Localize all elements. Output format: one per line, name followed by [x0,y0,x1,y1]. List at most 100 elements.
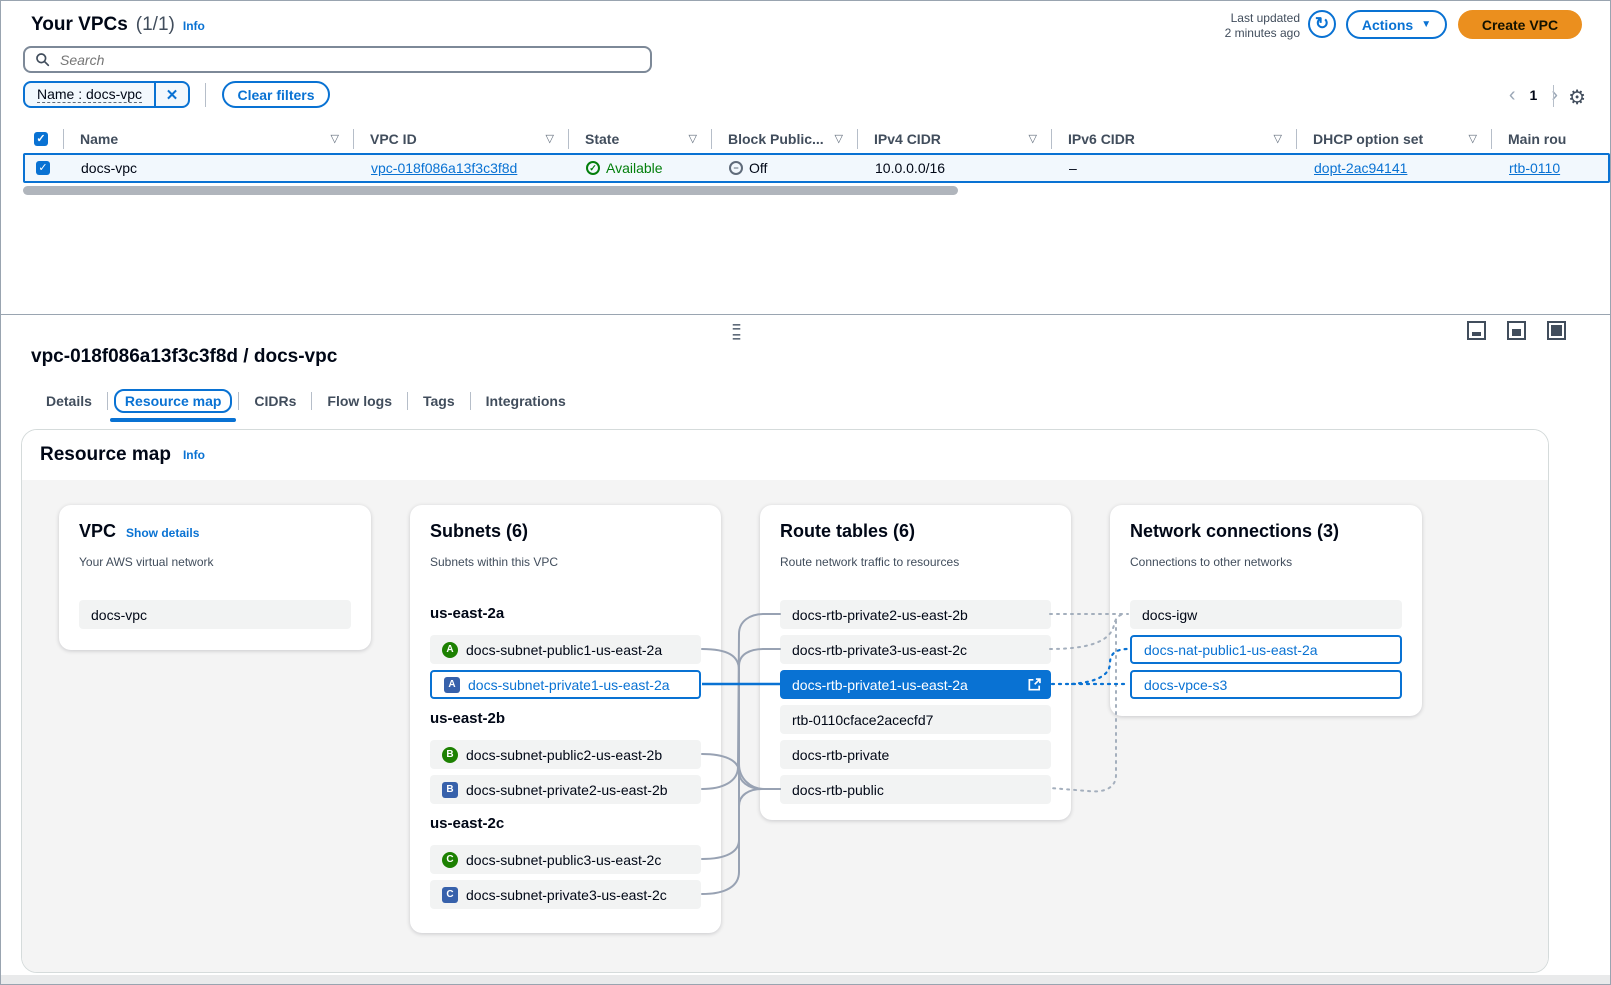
available-check-icon: ✓ [586,161,600,175]
route-tables-card-subtitle: Route network traffic to resources [780,555,959,569]
preferences-gear-icon[interactable]: ⚙ [1568,85,1586,110]
panel-small-icon[interactable] [1467,321,1486,340]
column-header-main-route-table[interactable]: Main rou [1491,129,1610,149]
select-all-checkbox[interactable]: ✓ [34,132,48,146]
search-input[interactable] [58,51,640,69]
column-header-ipv4-cidr[interactable]: IPv4 CIDR▽ [857,129,1051,149]
current-page[interactable]: 1 [1530,87,1538,103]
az-heading: us-east-2c [430,815,504,832]
network-connections-card-subtitle: Connections to other networks [1130,555,1292,569]
tab-integrations[interactable]: Integrations [471,387,581,415]
show-details-link[interactable]: Show details [126,526,199,540]
search-box[interactable] [23,46,652,73]
subnet-item[interactable]: A docs-subnet-public1-us-east-2a [430,635,701,664]
tab-details[interactable]: Details [31,387,107,415]
filter-icon[interactable]: ▽ [331,132,339,145]
split-panel-drag-handle[interactable]: = = [728,323,745,343]
column-header-name[interactable]: Name▽ [63,129,353,149]
network-connections-card: Network connections (3) Connections to o… [1110,505,1422,716]
route-table-item[interactable]: docs-rtb-public [780,775,1051,804]
refresh-icon: ↻ [1315,14,1329,34]
filter-icon[interactable]: ▽ [1274,132,1282,145]
main-route-table-link[interactable]: rtb-0110 [1509,160,1560,176]
page-title-text: Your VPCs [31,14,128,36]
last-updated: Last updated 2 minutes ago [1225,11,1300,41]
public-subnet-badge: A [442,642,458,658]
prev-page-icon[interactable]: ‹ [1509,88,1516,102]
vpc-id-link[interactable]: vpc-018f086a13f3c3f8d [371,160,517,176]
column-header-vpc-id[interactable]: VPC ID▽ [353,129,568,149]
route-table-item[interactable]: rtb-0110cface2acecfd7 [780,705,1051,734]
horizontal-scrollbar[interactable] [23,186,958,195]
cell-name: docs-vpc [65,160,355,176]
page-bottom-strip [1,975,1610,984]
resource-map-title: Resource map [40,444,171,466]
panel-half-icon[interactable] [1507,321,1526,340]
route-table-item[interactable]: docs-rtb-private [780,740,1051,769]
filter-token-label: Name : docs-vpc [25,83,154,106]
external-link-icon[interactable] [1027,677,1042,692]
tab-resource-map[interactable]: Resource map [108,387,238,415]
split-panel-divider [1,314,1610,315]
table-header-row: ✓ Name▽ VPC ID▽ State▽ Block Public...▽ … [23,125,1610,152]
filter-token-dismiss-icon[interactable]: ✕ [154,83,188,106]
divider [205,83,206,107]
vpc-item[interactable]: docs-vpc [79,600,351,629]
vpc-card-title: VPC [79,521,116,542]
public-subnet-badge: B [442,747,458,763]
refresh-button[interactable]: ↻ [1308,10,1336,38]
public-subnet-badge: C [442,852,458,868]
vpc-table: ✓ Name▽ VPC ID▽ State▽ Block Public...▽ … [23,125,1610,183]
subnet-item[interactable]: C docs-subnet-private3-us-east-2c [430,880,701,909]
filter-icon[interactable]: ▽ [1029,132,1037,145]
row-checkbox[interactable]: ✓ [36,161,50,175]
cell-block-public: − Off [713,160,859,176]
resource-map-container: Resource map Info VPC Show details Your … [21,429,1549,973]
connection-item-highlighted[interactable]: docs-vpce-s3 [1130,670,1402,699]
dhcp-option-set-link[interactable]: dopt-2ac94141 [1314,160,1407,176]
info-link[interactable]: Info [183,19,205,33]
subnet-item[interactable]: B docs-subnet-private2-us-east-2b [430,775,701,804]
tab-tags[interactable]: Tags [408,387,470,415]
off-minus-icon: − [729,161,743,175]
page-title: Your VPCs (1/1) Info [31,14,205,36]
column-header-block-public[interactable]: Block Public...▽ [711,129,857,149]
private-subnet-badge: A [444,677,460,693]
resource-map-info-link[interactable]: Info [183,448,205,462]
clear-filters-button[interactable]: Clear filters [222,81,330,108]
search-icon [35,52,50,67]
tab-cidrs[interactable]: CIDRs [239,387,311,415]
subnets-card: Subnets (6) Subnets within this VPC us-e… [410,505,721,933]
filter-icon[interactable]: ▽ [1469,132,1477,145]
vpc-card: VPC Show details Your AWS virtual networ… [59,505,371,650]
panel-size-buttons [1467,321,1566,340]
filter-icon[interactable]: ▽ [835,132,843,145]
filter-icon[interactable]: ▽ [689,132,697,145]
route-table-item[interactable]: docs-rtb-private3-us-east-2c [780,635,1051,664]
connection-item-highlighted[interactable]: docs-nat-public1-us-east-2a [1130,635,1402,664]
tab-flow-logs[interactable]: Flow logs [312,387,407,415]
panel-full-icon[interactable] [1547,321,1566,340]
network-connections-card-title: Network connections (3) [1130,521,1339,542]
subnet-item-selected[interactable]: A docs-subnet-private1-us-east-2a [430,670,701,699]
detail-tabs: Details Resource map CIDRs Flow logs Tag… [31,384,581,418]
column-header-state[interactable]: State▽ [568,129,711,149]
column-header-dhcp-option-set[interactable]: DHCP option set▽ [1296,129,1491,149]
subnet-item[interactable]: C docs-subnet-public3-us-east-2c [430,845,701,874]
vpc-console-screen: Your VPCs (1/1) Info Last updated 2 minu… [0,0,1611,985]
table-row[interactable]: ✓ docs-vpc vpc-018f086a13f3c3f8d ✓ Avail… [23,153,1610,183]
filter-icon[interactable]: ▽ [546,132,554,145]
cell-ipv4-cidr: 10.0.0.0/16 [859,160,1053,176]
filter-token: Name : docs-vpc ✕ [23,81,190,108]
column-header-ipv6-cidr[interactable]: IPv6 CIDR▽ [1051,129,1296,149]
divider [1553,85,1554,107]
create-vpc-button[interactable]: Create VPC [1458,10,1582,39]
actions-button[interactable]: Actions ▼ [1346,10,1447,39]
route-tables-card: Route tables (6) Route network traffic t… [760,505,1071,820]
connection-item[interactable]: docs-igw [1130,600,1402,629]
subnet-item[interactable]: B docs-subnet-public2-us-east-2b [430,740,701,769]
route-table-item-selected[interactable]: docs-rtb-private1-us-east-2a [780,670,1051,699]
route-table-item[interactable]: docs-rtb-private2-us-east-2b [780,600,1051,629]
resource-map-header: Resource map Info [22,430,1548,480]
route-tables-card-title: Route tables (6) [780,521,915,542]
